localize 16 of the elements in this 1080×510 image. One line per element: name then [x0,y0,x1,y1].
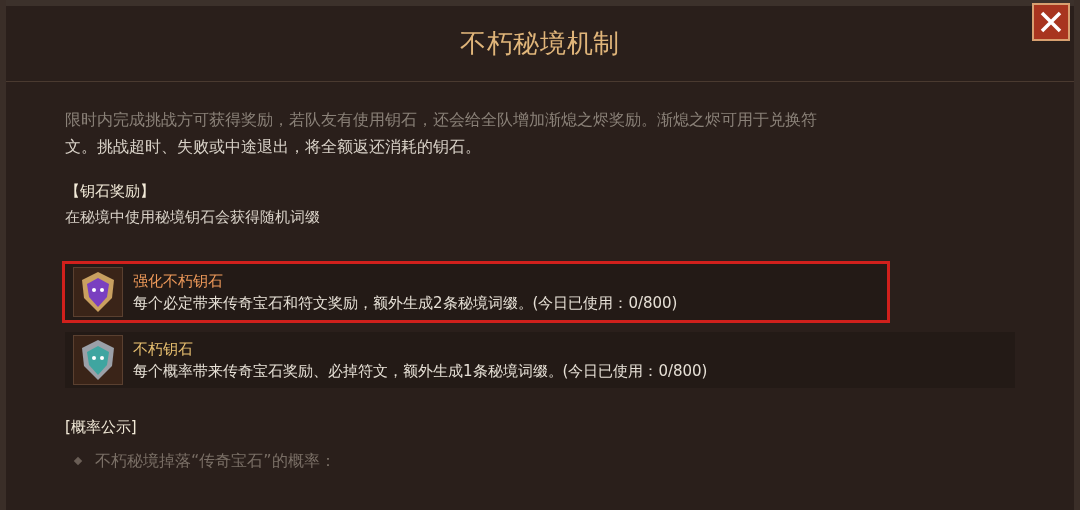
section-heading: 【钥石奖励】 [65,181,156,202]
paragraph-line: 文。挑战超时、失败或中途退出，将全额返还消耗的钥石。 [65,136,482,158]
window-title: 不朽秘境机制 [460,27,620,60]
keystone-name: 强化不朽钥石 [133,271,224,292]
list-item: 不朽秘境掉落“传奇宝石”的概率： [95,449,336,472]
keystone-icon [73,335,123,385]
close-icon [1039,10,1063,34]
bullet-icon [73,456,83,465]
close-button[interactable] [1032,3,1070,41]
paragraph-line: 限时内完成挑战方可获得奖励，若队友有使用钥石，还会给全队增加渐熄之烬奖励。渐熄之烬可用于兑换符 [65,109,818,131]
keystone-icon [73,267,123,317]
section-description: 在秘境中使用秘境钥石会获得随机词缀 [65,206,321,228]
section-heading: [概率公示] [65,417,138,438]
keystone-name: 不朽钥石 [133,339,194,360]
keystone-description: 每个必定带来传奇宝石和符文奖励，额外生成2条秘境词缀。(今日已使用：0/800) [133,293,678,314]
keystone-description: 每个概率带来传奇宝石奖励、必掉符文，额外生成1条秘境词缀。(今日已使用：0/800) [133,361,708,382]
